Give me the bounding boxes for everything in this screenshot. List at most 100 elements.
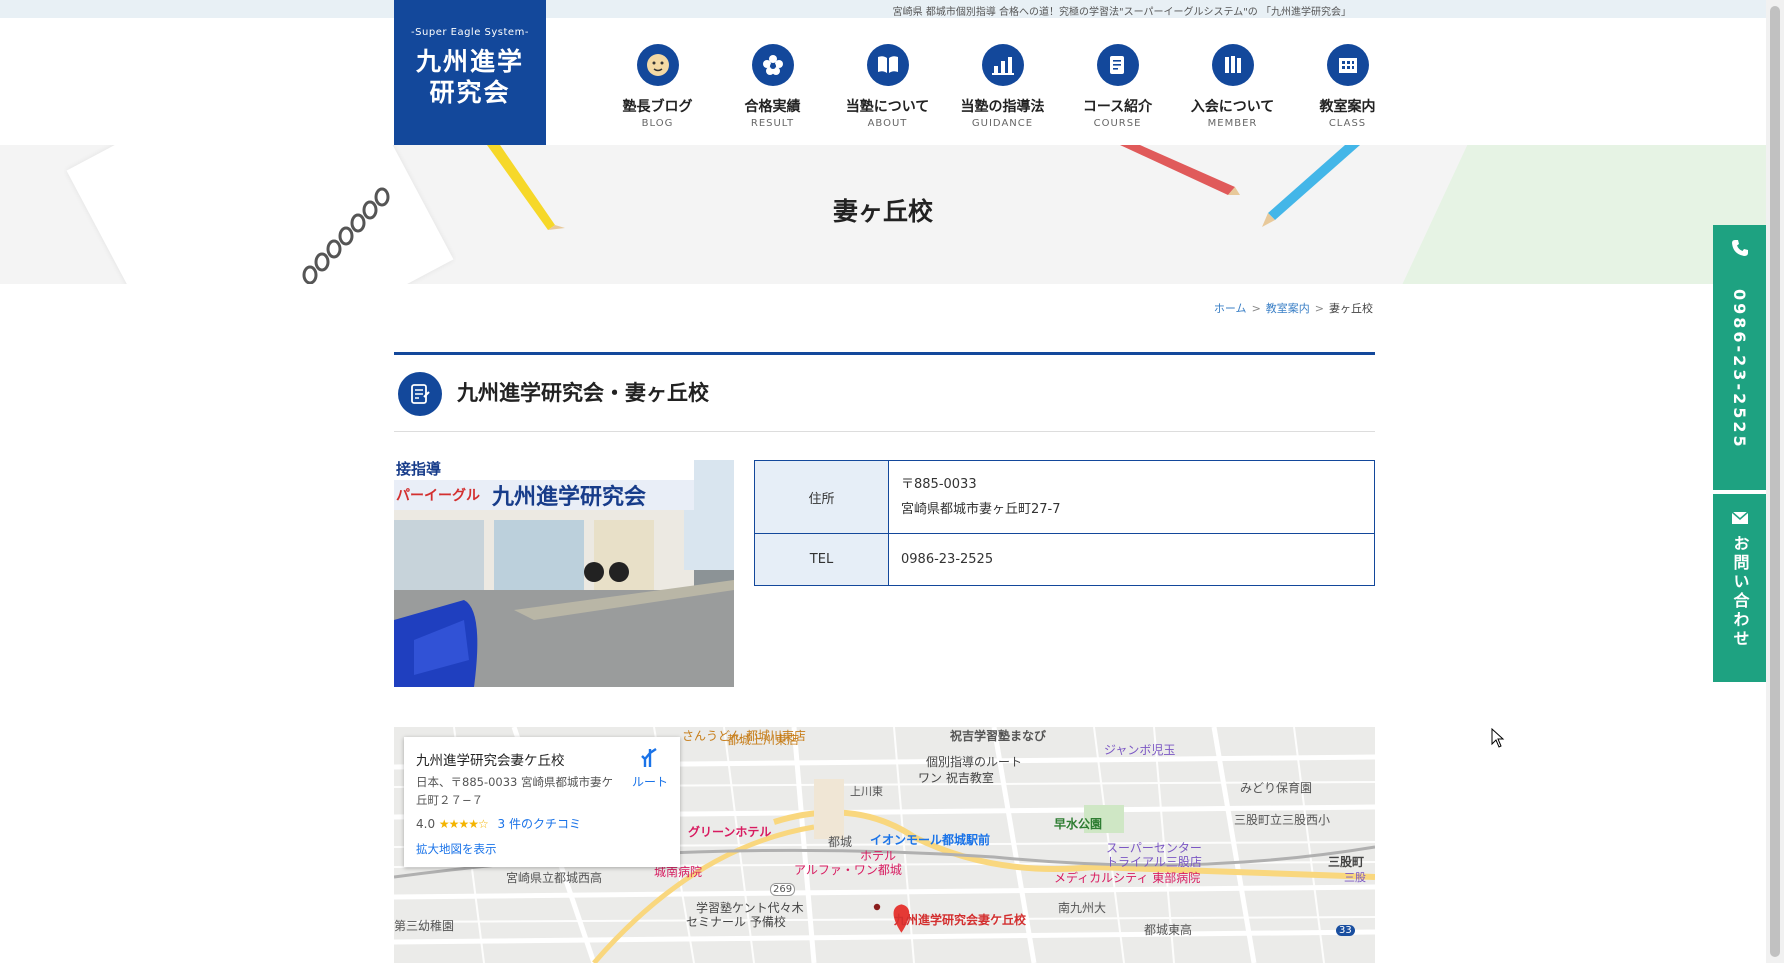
nav-item-class[interactable]: 教室案内 CLASS (1290, 44, 1405, 129)
breadcrumb-separator: > (1251, 302, 1261, 315)
nav-sub: CLASS (1328, 118, 1367, 129)
address-text: 宮崎県都城市妻ヶ丘町27-7 (901, 502, 1061, 517)
nav-item-course[interactable]: コース紹介 COURSE (1060, 44, 1175, 129)
map-label: 祝吉学習塾まなび (950, 729, 1047, 743)
nav-sub: ABOUT (867, 118, 908, 129)
map-label: イオンモール都城駅前 (870, 833, 991, 847)
map-label: 三股町立三股西小 (1234, 813, 1331, 827)
top-strip: 宮崎県 都城市個別指導 合格への道！究極の学習法"スーパーイーグルシステム"の … (0, 0, 1766, 18)
map-place-title: 九州進学研究会妻ケ丘校 (416, 753, 565, 769)
books-icon (1211, 44, 1254, 86)
section-header: 九州進学研究会・妻ヶ丘校 (394, 352, 1375, 432)
sign-text-1: 接指導 (396, 460, 441, 478)
phone-icon (1713, 239, 1766, 261)
table-row: 住所 〒885-0033 宮崎県都城市妻ヶ丘町27-7 (754, 460, 1375, 534)
nav-label: 塾長ブログ (622, 99, 693, 115)
map-label: ジャンボ児玉 (1104, 743, 1176, 757)
book-icon (866, 44, 909, 86)
map-route-button[interactable]: ルート (632, 747, 668, 790)
logo-line-1: 九州進学 (415, 47, 524, 76)
nav-sub: MEMBER (1207, 118, 1258, 129)
face-icon (636, 44, 679, 86)
map-label: 九州進学研究会妻ケ丘校 (894, 913, 1027, 927)
school-photo: 接指導 パーイーグル 九州進学研究会 (394, 460, 734, 687)
map-label: 33 (1336, 925, 1355, 936)
map-label: 第三幼稚園 (394, 919, 455, 933)
nav-item-about[interactable]: 当塾について ABOUT (830, 44, 945, 129)
logo-line-2: 研究会 (429, 78, 511, 107)
school-info-table: 住所 〒885-0033 宮崎県都城市妻ヶ丘町27-7 TEL 0986-23-… (754, 460, 1375, 586)
side-tel-button[interactable]: 0986-23-2525 (1713, 225, 1766, 490)
page-title: 妻ヶ丘校 (832, 197, 933, 226)
google-map[interactable]: 祝吉学習塾まなび 個別指導のルート ワン 祝吉教室 ジャンボ児玉 都城上川東店 … (394, 727, 1375, 963)
building-icon (1326, 44, 1369, 86)
map-label: 個別指導のルート (926, 755, 1023, 769)
map-place-address: 日本、〒885-0033 宮崎県都城市妻ケ丘町２７−７ (416, 775, 614, 807)
map-info-card: 九州進学研究会妻ケ丘校 日本、〒885-0033 宮崎県都城市妻ケ丘町２７−７ … (404, 737, 680, 867)
scrollbar[interactable] (1766, 0, 1784, 963)
site-logo[interactable]: -Super Eagle System- 九州進学 研究会 (394, 0, 546, 145)
route-label: ルート (631, 775, 668, 789)
map-label: 269 (770, 883, 796, 896)
map-label: さんうどん 都城川東店 (682, 729, 806, 743)
table-row: TEL 0986-23-2525 (754, 533, 1375, 586)
map-label: 宮崎県立都城西高 (506, 871, 603, 885)
nav-sub: COURSE (1093, 118, 1142, 129)
map-label: セミナール 予備校 (686, 915, 786, 929)
map-label: アルファ・ワン都城 (794, 863, 902, 877)
nav-item-guidance[interactable]: 当塾の指導法 GUIDANCE (945, 44, 1060, 129)
breadcrumb: ホーム > 教室案内 > 妻ヶ丘校 (1214, 300, 1373, 316)
memo-icon (398, 372, 442, 416)
logo-sub: -Super Eagle System- (411, 27, 529, 38)
address-label: 住所 (754, 460, 889, 534)
rating-value: 4.0 (416, 817, 436, 831)
map-label: みどり保育園 (1240, 781, 1313, 795)
chart-icon (981, 44, 1024, 86)
map-enlarge-link[interactable]: 拡大地図を表示 (416, 841, 497, 857)
note-icon (1096, 44, 1139, 86)
section-title: 九州進学研究会・妻ヶ丘校 (457, 381, 709, 405)
breadcrumb-separator: > (1314, 302, 1324, 315)
side-tel-number: 0986-23-2525 (1730, 289, 1749, 450)
map-label: 三股町 (1328, 855, 1365, 869)
nav-label: コース紹介 (1082, 99, 1153, 115)
map-label: 都城 (828, 835, 853, 849)
side-contact-button[interactable]: お問い合わせ (1713, 494, 1766, 682)
site-tagline: 宮崎県 都城市個別指導 合格への道！究極の学習法"スーパーイーグルシステム"の … (892, 7, 1351, 18)
map-label: トライアル三股店 (1106, 855, 1202, 869)
postal-code: 〒885-0033 (901, 477, 977, 492)
map-label: メディカルシティ 東部病院 (1054, 871, 1201, 885)
breadcrumb-current: 妻ヶ丘校 (1329, 302, 1373, 315)
map-reviews-link[interactable]: 3 件のクチコミ (498, 817, 581, 831)
sign-text-2: パーイーグル (396, 487, 480, 504)
flower-icon (751, 44, 794, 86)
breadcrumb-home[interactable]: ホーム (1214, 302, 1247, 315)
tel-label: TEL (754, 533, 889, 586)
mail-icon (1713, 510, 1766, 529)
map-label: 都城東高 (1144, 923, 1193, 937)
map-label: ワン 祝吉教室 (918, 771, 994, 785)
nav-label: 当塾の指導法 (960, 99, 1045, 115)
nav-label: 合格実績 (744, 99, 801, 115)
side-contact-label: お問い合わせ (1730, 535, 1750, 649)
nav-label: 教室案内 (1319, 99, 1376, 115)
nav-sub: GUIDANCE (971, 118, 1034, 129)
map-rating: 4.0 ★★★★☆ 3 件のクチコミ (416, 815, 581, 832)
scrollbar-thumb[interactable] (1770, 6, 1780, 957)
rating-stars: ★★★★☆ (438, 817, 489, 831)
map-label: 早水公園 (1054, 817, 1103, 831)
sign-text-3: 九州進学研究会 (491, 484, 646, 510)
global-nav: 塾長ブログ BLOG 合格実績 RESULT 当塾について ABOUT 当塾の指… (600, 44, 1405, 129)
tel-value: 0986-23-2525 (888, 533, 1375, 586)
map-label: 南九州大 (1058, 901, 1107, 915)
directions-icon (632, 747, 668, 773)
nav-item-blog[interactable]: 塾長ブログ BLOG (600, 44, 715, 129)
address-cell: 〒885-0033 宮崎県都城市妻ヶ丘町27-7 (888, 460, 1375, 534)
nav-sub: BLOG (641, 118, 674, 129)
nav-item-member[interactable]: 入会について MEMBER (1175, 44, 1290, 129)
nav-item-result[interactable]: 合格実績 RESULT (715, 44, 830, 129)
map-label: 三股 (1344, 871, 1366, 884)
map-label: 上川東 (850, 785, 883, 798)
nav-sub: RESULT (750, 118, 795, 129)
breadcrumb-classes[interactable]: 教室案内 (1266, 302, 1310, 315)
